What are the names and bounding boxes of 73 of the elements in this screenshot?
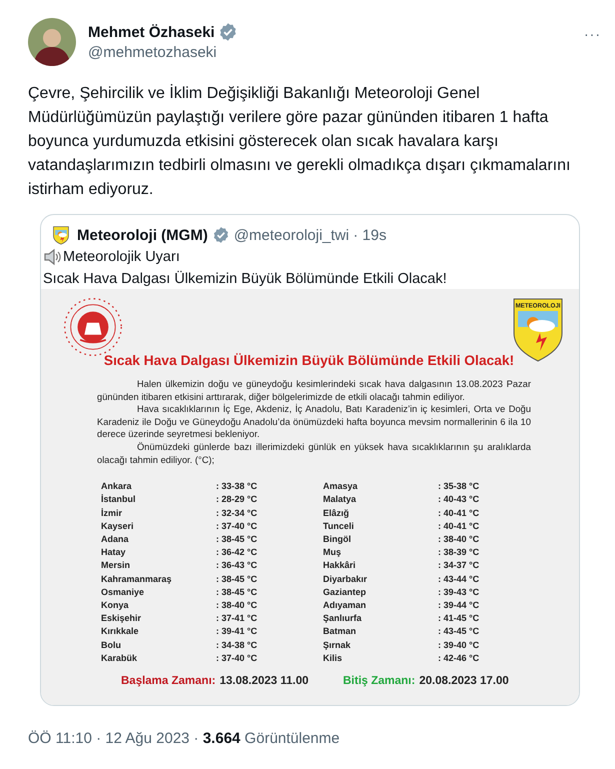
temperature-range: : 39-44 °C: [438, 598, 480, 612]
author-name[interactable]: Mehmet Özhaseki: [88, 24, 215, 40]
temperature-range: : 38-40 °C: [216, 598, 258, 612]
quoted-text: Meteorolojik Uyarı: [63, 248, 180, 267]
temperature-range: : 43-45 °C: [438, 625, 480, 638]
city-name: Hakkâri: [323, 559, 357, 572]
city-name: Adıyaman: [323, 598, 368, 612]
temperature-range: : 35-38 °C: [438, 480, 480, 494]
more-button[interactable]: ···: [580, 18, 605, 50]
temperature-range: : 34-37 °C: [438, 559, 480, 572]
city-name: Ankara: [101, 480, 133, 494]
temperature-range: : 40-43 °C: [438, 493, 480, 506]
city-name: Şırnak: [323, 638, 352, 652]
city-name: Gaziantep: [323, 586, 368, 599]
time-value: 20.08.2023 17.00: [419, 675, 509, 687]
temperature-range: : 38-45 °C: [216, 532, 258, 546]
time-label: Başlama Zamanı:: [121, 675, 216, 687]
city-name: Kayseri: [101, 520, 135, 533]
document-paragraph: Önümüzdeki günlerde bazı illerimizdeki günlük en yüksek hava sıcaklıklarının şu aralıklarda olacağı tahmin ediliyor. (°C);: [97, 440, 531, 466]
city-name: İstanbul: [101, 493, 137, 506]
document-paragraph: Halen ülkemizin doğu ve güneydoğu kesimlerindeki sıcak hava dalgasının 13.08.2023 Pazar gününden itibaren etkisini arttırarak, diğer bölgelerimizde de etkili olacağı tahmin ediliyor.: [97, 378, 531, 404]
temperature-range: : 37-40 °C: [216, 520, 258, 533]
temperature-range: : 33-38 °C: [216, 480, 258, 494]
tweet-text: Çevre, Şehircilik ve İklim Değişikliği Bakanlığı Meteoroloji Genel Müdürlüğümüzün paylaştığı verilere göre pazar gününden itibaren 1 hafta boyunca yurdumuzda etkisini gösterecek olan sıcak havalara karşı vatandaşlarımızın tedbirli olmasını ve gerekli olmadıkça dışarı çıkmamalarını istirham ediyoruz.: [28, 83, 572, 200]
temperature-range: : 38-45 °C: [216, 586, 258, 599]
temperature-range: : 36-43 °C: [216, 559, 258, 572]
post-meta: ÖÖ 11:10 · 12 Ağu 2023 · 3.664 Görüntülenme: [28, 729, 341, 747]
city-name: Karabük: [101, 652, 138, 665]
temperature-range: : 37-41 °C: [216, 612, 258, 626]
city-name: Bingöl: [323, 532, 352, 546]
temperature-range: : 40-41 °C: [438, 520, 480, 533]
city-name: Eskişehir: [101, 612, 142, 626]
temperature-range: : 40-41 °C: [438, 506, 480, 520]
city-name: İzmir: [101, 506, 124, 520]
temperature-range: : 38-39 °C: [438, 546, 480, 560]
city-name: Amasya: [323, 480, 359, 494]
post-time: · 19s: [353, 226, 386, 244]
city-name: Diyarbakır: [323, 572, 368, 586]
city-name: Adana: [101, 532, 130, 546]
city-name: Muş: [323, 546, 342, 560]
city-name: Batman: [323, 625, 358, 638]
temperature-range: : 37-40 °C: [216, 652, 258, 665]
city-name: Mersin: [101, 559, 132, 572]
city-name: Osmaniye: [101, 586, 146, 599]
city-name: Elâzığ: [323, 506, 350, 520]
city-name: Şanlıurfa: [323, 612, 363, 626]
time-label: Bitiş Zamanı:: [343, 675, 416, 687]
city-name: Konya: [101, 598, 130, 612]
time-value: 13.08.2023 11.00: [220, 675, 309, 687]
temperature-range: : 38-45 °C: [216, 572, 258, 586]
document-paragraph: Hava sıcaklıklarının İç Ege, Akdeniz, İç Anadolu, Batı Karadeniz’in iç kesimleri, Orta ve Doğu Karadeniz ile Doğu ve Güneydoğu Anadolu’da önümüzdeki hafta boyunca mevsim normallerinin 6 ila 10 derece üzerinde seyretmesi bekleniyor.: [97, 403, 531, 441]
temperature-range: : 39-40 °C: [438, 638, 480, 652]
temperature-range: : 39-41 °C: [216, 625, 258, 638]
city-name: Malatya: [323, 493, 358, 506]
quoted-author-name: Meteoroloji (MGM): [77, 226, 208, 244]
temperature-range: : 28-29 °C: [216, 493, 258, 506]
city-name: Hatay: [101, 546, 127, 560]
temperature-range: : 39-43 °C: [438, 586, 480, 599]
temperature-range: : 38-40 °C: [438, 532, 480, 546]
temperature-range: : 42-46 °C: [438, 652, 480, 665]
city-name: Tunceli: [323, 520, 355, 533]
temperature-range: : 32-34 °C: [216, 506, 258, 520]
temperature-range: : 41-45 °C: [438, 612, 480, 626]
city-name: Kahramanmaraş: [101, 572, 173, 586]
quoted-author-handle: @meteoroloji_twi: [234, 226, 350, 244]
city-name: Bolu: [101, 638, 122, 652]
author-handle[interactable]: @mehmetozhaseki: [88, 44, 568, 61]
city-name: Kilis: [323, 652, 344, 665]
quoted-text: Sıcak Hava Dalgası Ülkemizin Büyük Bölümünde Etkili Olacak!: [43, 270, 447, 289]
temperature-range: : 36-42 °C: [216, 546, 258, 560]
temperature-range: : 43-44 °C: [438, 572, 480, 586]
city-name: Kırıkkale: [101, 625, 140, 638]
temperature-range: : 34-38 °C: [216, 638, 258, 652]
